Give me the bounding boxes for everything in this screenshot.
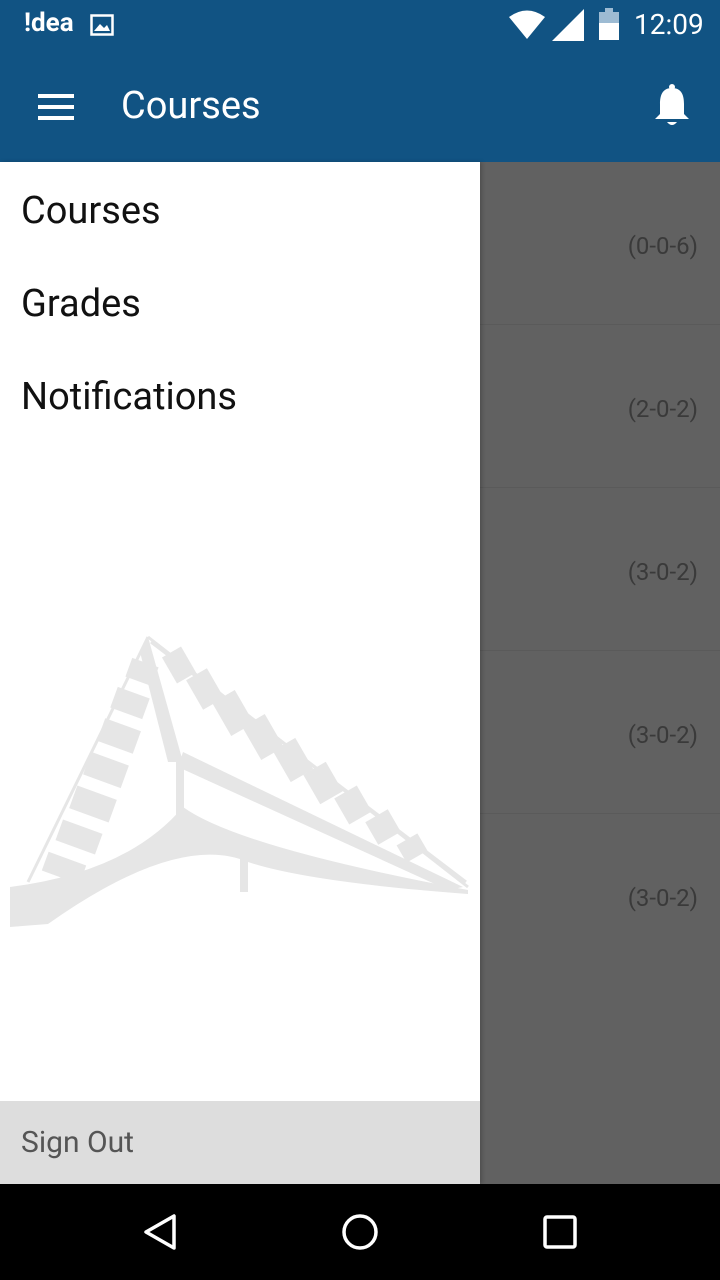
battery-icon (599, 8, 619, 40)
signal-icon (552, 9, 584, 41)
system-nav-bar (0, 1184, 720, 1280)
course-list: (0-0-6) (2-0-2) (3-0-2) (3-0-2) (3-0-2) (480, 162, 720, 1184)
course-row[interactable]: (0-0-6) (480, 162, 720, 325)
course-row[interactable]: (2-0-2) (480, 325, 720, 488)
wifi-icon (509, 10, 545, 39)
course-row[interactable]: (3-0-2) (480, 488, 720, 651)
drawer-item-notifications[interactable]: Notifications (0, 352, 480, 442)
course-credits: (3-0-2) (627, 558, 698, 586)
recents-icon[interactable] (540, 1212, 580, 1252)
back-icon[interactable] (140, 1212, 180, 1252)
home-icon[interactable] (340, 1212, 380, 1252)
institute-logo (10, 635, 469, 927)
bell-icon[interactable] (654, 84, 690, 128)
course-credits: (3-0-2) (627, 721, 698, 749)
course-credits: (2-0-2) (627, 395, 698, 423)
status-bar: !dea 12:09 (0, 0, 720, 50)
navigation-drawer: Courses Grades Notifications Sign Out (0, 162, 480, 1184)
course-credits: (3-0-2) (627, 884, 698, 912)
sign-out-button[interactable]: Sign Out (0, 1101, 480, 1184)
drawer-item-grades[interactable]: Grades (0, 259, 480, 349)
course-row[interactable]: (3-0-2) (480, 814, 720, 977)
course-row[interactable]: (3-0-2) (480, 651, 720, 814)
drawer-item-courses[interactable]: Courses (0, 166, 480, 256)
gallery-icon (90, 14, 114, 36)
course-credits: (0-0-6) (627, 232, 698, 260)
menu-icon[interactable] (38, 94, 74, 120)
carrier-name: !dea (24, 8, 74, 38)
page-title: Courses (121, 84, 261, 128)
app-bar: Courses (0, 50, 720, 162)
status-clock: 12:09 (634, 8, 704, 41)
